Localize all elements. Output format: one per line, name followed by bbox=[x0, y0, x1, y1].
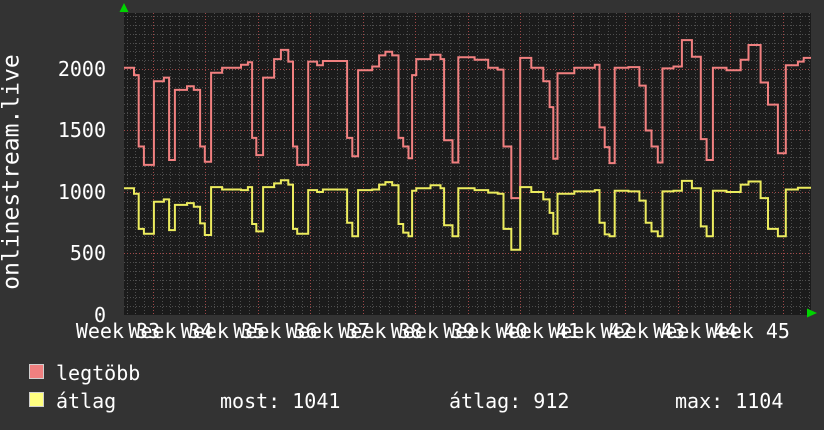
y-tick-label: 2000 bbox=[57, 56, 106, 81]
y-tick-label: 1500 bbox=[57, 118, 106, 143]
stat-max: max: 1104 bbox=[675, 391, 783, 411]
legend-swatch-atlag bbox=[29, 392, 44, 407]
legend-label-legtobb: legtöbb bbox=[56, 361, 141, 385]
stat-atlag-value: 912 bbox=[533, 389, 570, 413]
stat-most: most: 1041 bbox=[220, 391, 340, 411]
stat-most-value: 1041 bbox=[292, 389, 341, 413]
y-axis-arrow-icon bbox=[119, 3, 129, 12]
y-tick-label: 500 bbox=[69, 241, 106, 266]
stat-max-value: 1104 bbox=[735, 389, 784, 413]
x-axis-arrow-icon bbox=[807, 308, 817, 318]
legend-swatch-legtobb bbox=[29, 364, 44, 379]
x-tick-label: Week 45 bbox=[705, 319, 790, 343]
stat-atlag: átlag: 912 bbox=[449, 391, 569, 411]
legend-row-atlag: átlag most: 1041 átlag: 912 max: 1104 bbox=[0, 391, 824, 411]
legend-label-atlag: átlag bbox=[56, 389, 117, 413]
stat-atlag-label: átlag: bbox=[449, 389, 522, 413]
stat-max-label: max: bbox=[675, 389, 724, 413]
rrd-graph: onlinestream.live 0 500 1000 1500 2000 Week … bbox=[0, 0, 824, 430]
y-tick-label: 1000 bbox=[57, 179, 106, 204]
legend-row-legtobb: legtöbb bbox=[0, 363, 824, 383]
stat-most-label: most: bbox=[220, 389, 281, 413]
